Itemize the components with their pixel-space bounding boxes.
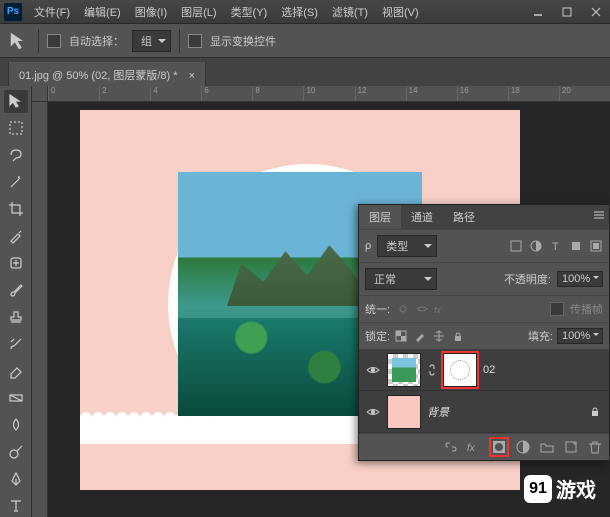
lock-transparency-icon[interactable] [394, 329, 408, 343]
history-brush-tool[interactable] [4, 332, 28, 355]
move-tool-icon [8, 30, 30, 52]
ps-logo-icon: Ps [4, 3, 22, 21]
tab-channels[interactable]: 通道 [401, 205, 443, 229]
fill-label: 填充: [528, 328, 553, 344]
lock-label: 锁定: [365, 328, 390, 344]
minimize-button[interactable] [524, 2, 552, 22]
wand-tool[interactable] [4, 171, 28, 194]
watermark-text: 游戏 [556, 474, 596, 503]
menu-edit[interactable]: 编辑(E) [78, 1, 127, 23]
opacity-input[interactable]: 100% [557, 271, 603, 287]
heal-tool[interactable] [4, 252, 28, 275]
ruler-vertical [32, 102, 48, 517]
menu-filter[interactable]: 滤镜(T) [326, 1, 374, 23]
lock-position-icon[interactable] [432, 329, 446, 343]
filter-kind-dropdown[interactable]: 类型 [377, 235, 437, 257]
layer-mask-thumb[interactable] [443, 353, 477, 387]
group-icon[interactable] [539, 439, 555, 455]
propagate-checkbox[interactable] [550, 302, 564, 316]
close-button[interactable] [582, 2, 610, 22]
layer-thumb[interactable] [387, 395, 421, 429]
layer-name[interactable]: 背景 [427, 404, 583, 420]
layers-panel: 图层 通道 路径 ρ 类型 T 正常 不透明度: 100% 统一: fx 传播帧… [358, 204, 610, 461]
lock-pixels-icon[interactable] [413, 329, 427, 343]
visibility-icon[interactable] [365, 404, 381, 420]
svg-text:fx: fx [467, 443, 476, 454]
lock-all-icon[interactable] [451, 329, 465, 343]
menu-image[interactable]: 图像(I) [129, 1, 173, 23]
brush-tool[interactable] [4, 279, 28, 302]
show-transform-checkbox[interactable] [188, 34, 202, 48]
auto-select-label: 自动选择： [69, 33, 124, 49]
tab-layers[interactable]: 图层 [359, 205, 401, 229]
maximize-button[interactable] [553, 2, 581, 22]
lock-indicator-icon [589, 405, 603, 419]
new-layer-icon[interactable] [563, 439, 579, 455]
svg-text:fx: fx [434, 305, 442, 315]
marquee-tool[interactable] [4, 117, 28, 140]
trash-icon[interactable] [587, 439, 603, 455]
eyedropper-tool[interactable] [4, 225, 28, 248]
auto-select-checkbox[interactable] [47, 34, 61, 48]
menu-view[interactable]: 视图(V) [376, 1, 425, 23]
layer-row[interactable]: 背景 [359, 391, 609, 433]
pen-tool[interactable] [4, 467, 28, 490]
ruler-corner [32, 86, 48, 102]
mask-link-icon[interactable] [427, 363, 437, 377]
tab-paths[interactable]: 路径 [443, 205, 485, 229]
separator [38, 29, 39, 53]
filter-type-icon[interactable]: T [549, 239, 563, 253]
add-mask-icon[interactable] [491, 439, 507, 455]
unify-visibility-icon[interactable] [415, 302, 429, 316]
blur-tool[interactable] [4, 413, 28, 436]
menu-select[interactable]: 选择(S) [275, 1, 324, 23]
filter-adjust-icon[interactable] [529, 239, 543, 253]
fx-icon[interactable]: fx [467, 439, 483, 455]
propagate-label: 传播帧 [570, 301, 603, 317]
type-tool[interactable] [4, 494, 28, 517]
gradient-tool[interactable] [4, 386, 28, 409]
blend-mode-dropdown[interactable]: 正常 [365, 268, 437, 290]
crop-tool[interactable] [4, 198, 28, 221]
separator [179, 29, 180, 53]
filter-pixel-icon[interactable] [509, 239, 523, 253]
auto-select-dropdown[interactable]: 组 [132, 30, 171, 52]
move-tool[interactable] [4, 90, 28, 113]
document-tab[interactable]: 01.jpg @ 50% (02, 图层蒙版/8) * × [8, 62, 206, 87]
document-tab-label: 01.jpg @ 50% (02, 图层蒙版/8) * [19, 70, 178, 82]
layer-thumb[interactable] [387, 353, 421, 387]
unify-position-icon[interactable] [396, 302, 410, 316]
menu-type[interactable]: 类型(Y) [225, 1, 274, 23]
layer-name[interactable]: 02 [483, 364, 603, 376]
svg-text:T: T [552, 241, 559, 252]
panel-menu-icon[interactable] [593, 209, 605, 221]
ruler-horizontal: 02468101214161820 [48, 86, 610, 102]
show-transform-label: 显示变换控件 [210, 33, 276, 49]
adjustment-layer-icon[interactable] [515, 439, 531, 455]
dodge-tool[interactable] [4, 440, 28, 463]
filter-shape-icon[interactable] [569, 239, 583, 253]
visibility-icon[interactable] [365, 362, 381, 378]
filter-smart-icon[interactable] [589, 239, 603, 253]
unify-style-icon[interactable]: fx [434, 302, 448, 316]
unify-label: 统一: [365, 301, 390, 317]
menu-layer[interactable]: 图层(L) [175, 1, 222, 23]
fill-input[interactable]: 100% [557, 328, 603, 344]
watermark: 91 游戏 [524, 474, 596, 503]
layer-row[interactable]: 02 [359, 349, 609, 391]
eraser-tool[interactable] [4, 359, 28, 382]
link-layers-icon[interactable] [443, 439, 459, 455]
stamp-tool[interactable] [4, 306, 28, 329]
tab-close-icon[interactable]: × [189, 70, 195, 82]
watermark-badge: 91 [524, 475, 552, 503]
menu-file[interactable]: 文件(F) [28, 1, 76, 23]
lasso-tool[interactable] [4, 144, 28, 167]
opacity-label: 不透明度: [504, 271, 551, 287]
